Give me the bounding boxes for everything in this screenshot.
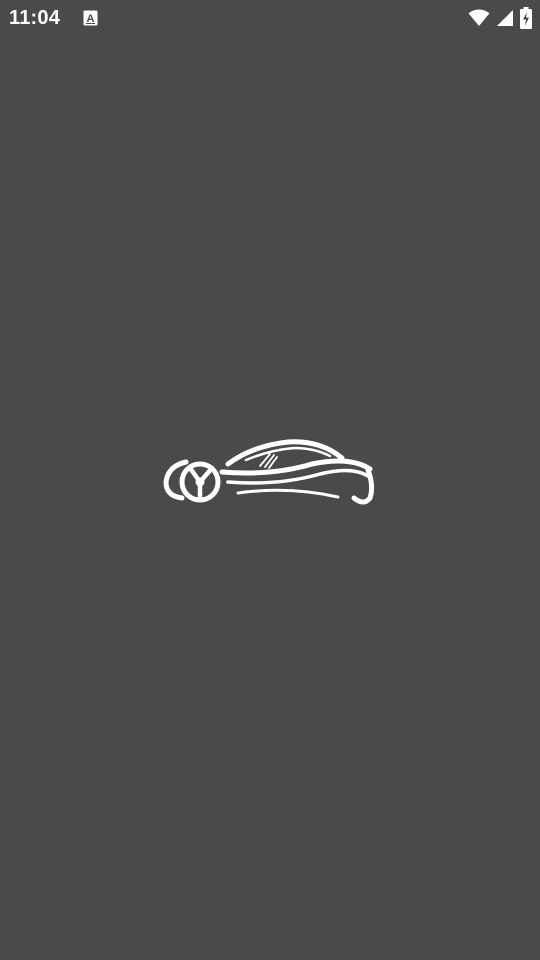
status-time: 11:04 <box>9 7 61 29</box>
battery-charging-icon <box>520 7 532 29</box>
splash-screen: 11:04 A <box>0 0 540 960</box>
font-a-icon: A <box>83 10 98 26</box>
wifi-icon <box>468 9 490 27</box>
status-bar: 11:04 A <box>0 0 540 36</box>
status-icons <box>468 6 532 30</box>
cell-signal-icon <box>496 9 514 27</box>
sports-car-logo-icon <box>160 436 380 510</box>
